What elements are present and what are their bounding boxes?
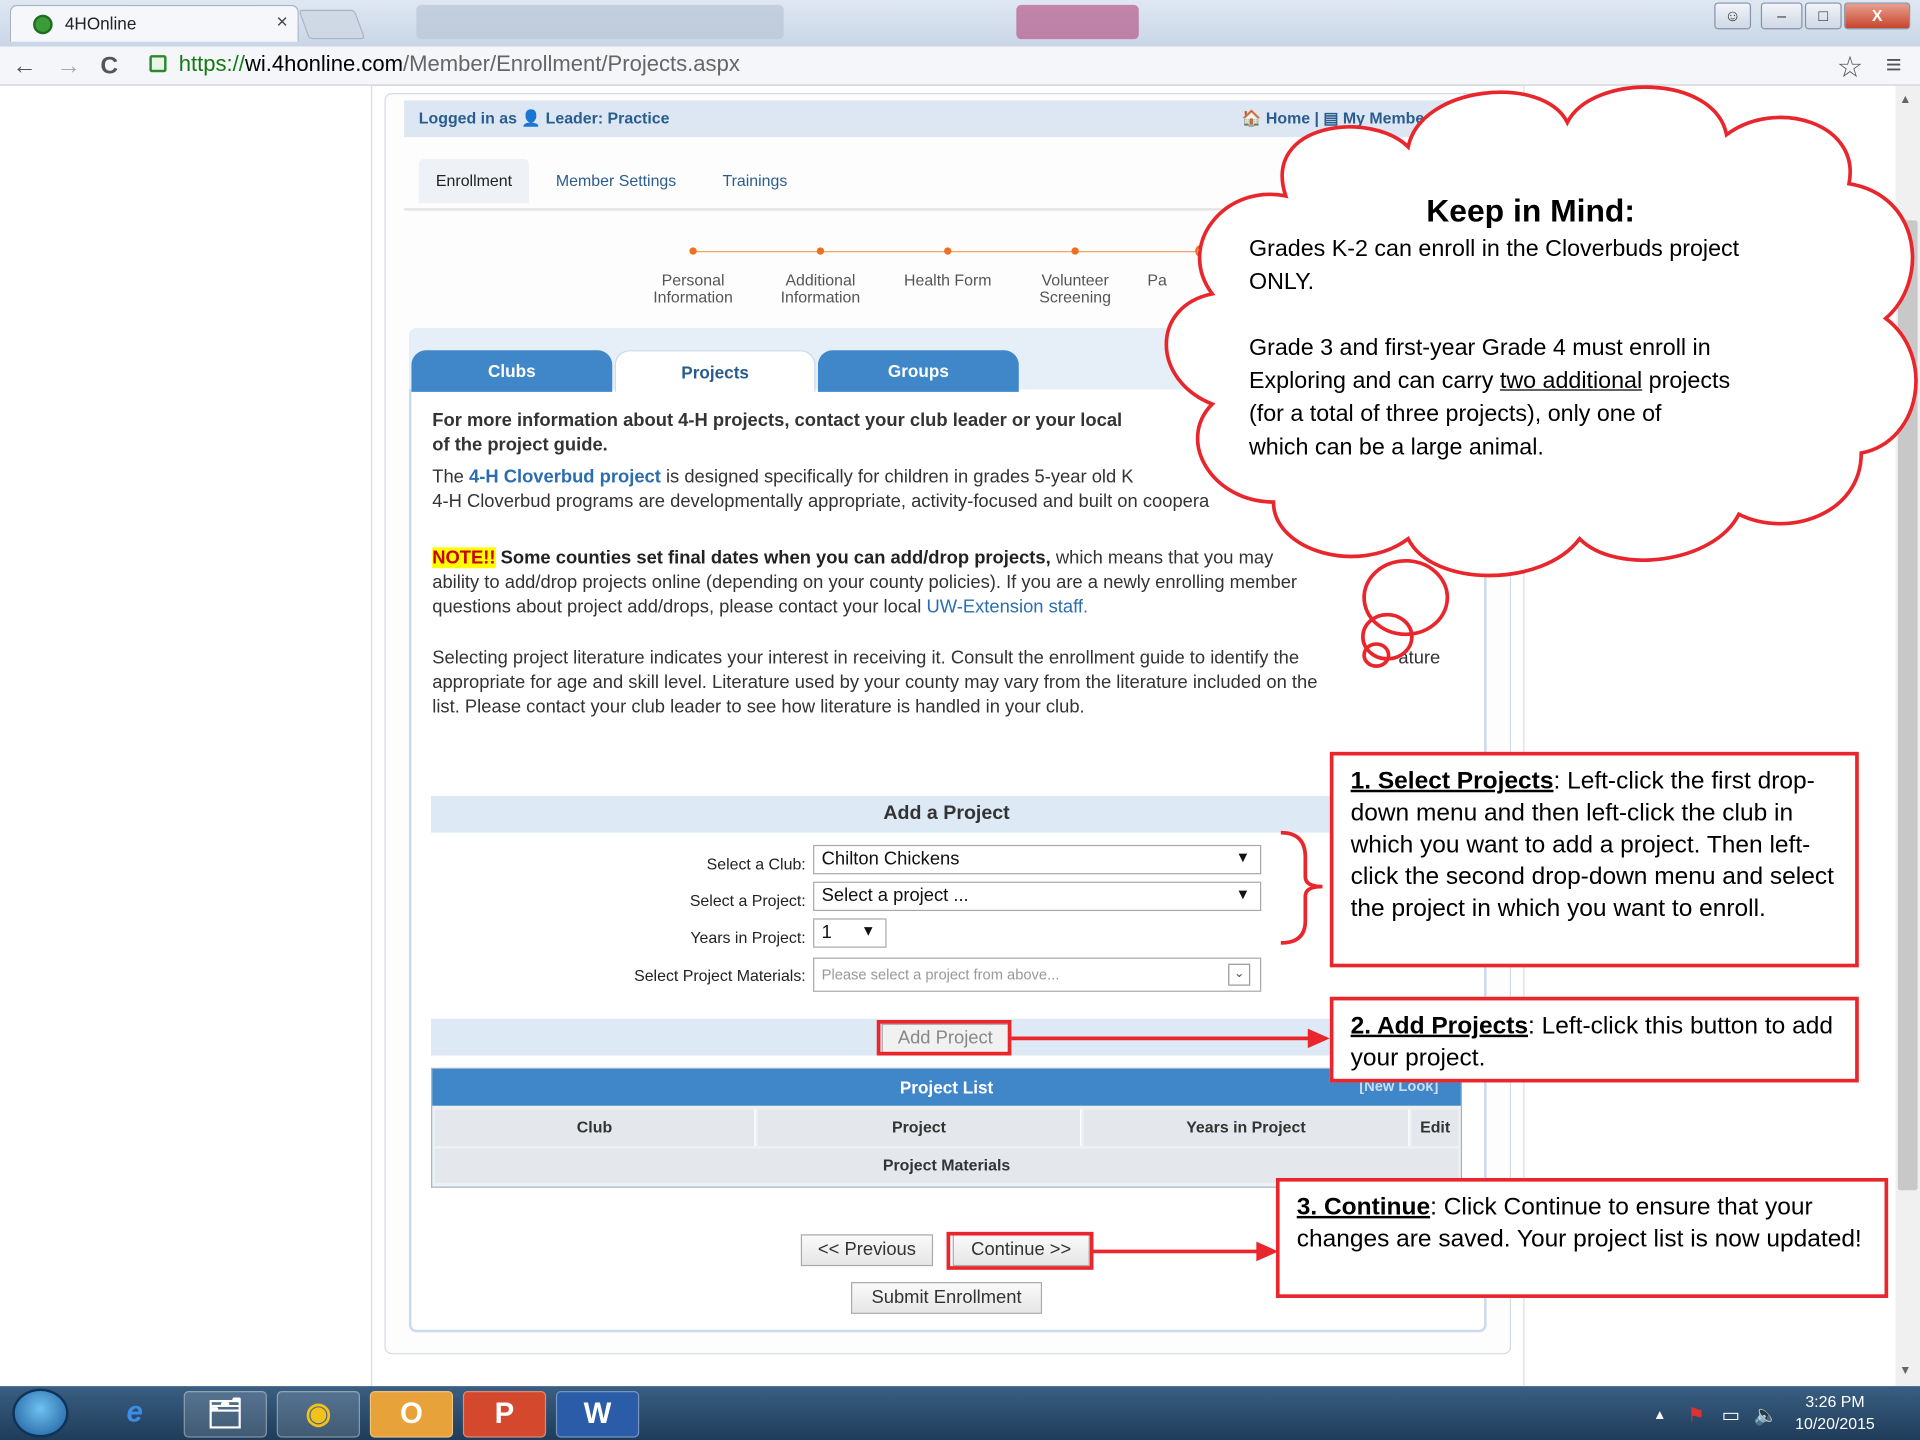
clock-time: 3:26 PM	[1805, 1392, 1865, 1411]
text-span: projects	[1642, 368, 1731, 395]
action-center-flag-icon[interactable]: ⚑	[1687, 1403, 1705, 1427]
cloud-line: Exploring and can carry two additional p…	[1249, 365, 1812, 398]
callout-continue: 3. Continue: Click Continue to ensure th…	[1275, 1177, 1889, 1298]
callout-select-projects: 1. Select Projects: Left-click the first…	[1329, 751, 1859, 968]
cloud-line: (for a total of three projects), only on…	[1248, 401, 1662, 428]
system-clock[interactable]: 3:26 PM 10/20/2015	[1795, 1391, 1875, 1435]
cloud-line: Grades K-2 can enroll in the Cloverbuds …	[1248, 236, 1740, 263]
cloud-line: which can be a large animal.	[1248, 434, 1544, 461]
volume-icon[interactable]: 🔈	[1753, 1403, 1777, 1427]
internet-explorer-icon[interactable]: e	[93, 1391, 176, 1438]
arrow-head	[1307, 1028, 1330, 1049]
callout-heading: 2. Add Projects	[1350, 1012, 1529, 1040]
outlook-icon[interactable]: O	[369, 1391, 454, 1438]
text-span: Exploring and can carry	[1248, 368, 1500, 395]
chrome-icon[interactable]: ◉	[276, 1391, 361, 1438]
bracket-shape	[1280, 830, 1323, 945]
keep-in-mind-note: Keep in Mind: Grades K-2 can enroll in t…	[1249, 191, 1812, 464]
network-icon[interactable]: ▭	[1722, 1403, 1741, 1427]
start-button[interactable]	[12, 1388, 69, 1438]
cloud-line: ONLY.	[1248, 269, 1315, 296]
clock-date: 10/20/2015	[1795, 1414, 1875, 1433]
callout-heading: 1. Select Projects	[1350, 767, 1554, 795]
underlined-text: two additional	[1499, 368, 1643, 395]
file-explorer-icon[interactable]: 🗂	[183, 1391, 267, 1438]
word-icon[interactable]: W	[555, 1391, 640, 1438]
callout-heading: 3. Continue	[1296, 1193, 1431, 1221]
callout-add-projects: 2. Add Projects: Left-click this button …	[1329, 996, 1859, 1083]
cloud-line: Grade 3 and first-year Grade 4 must enro…	[1248, 335, 1711, 362]
powerpoint-icon[interactable]: P	[462, 1391, 547, 1438]
keep-in-mind-title: Keep in Mind:	[1426, 192, 1635, 229]
tray-expand-icon[interactable]: ▲	[1653, 1408, 1666, 1423]
